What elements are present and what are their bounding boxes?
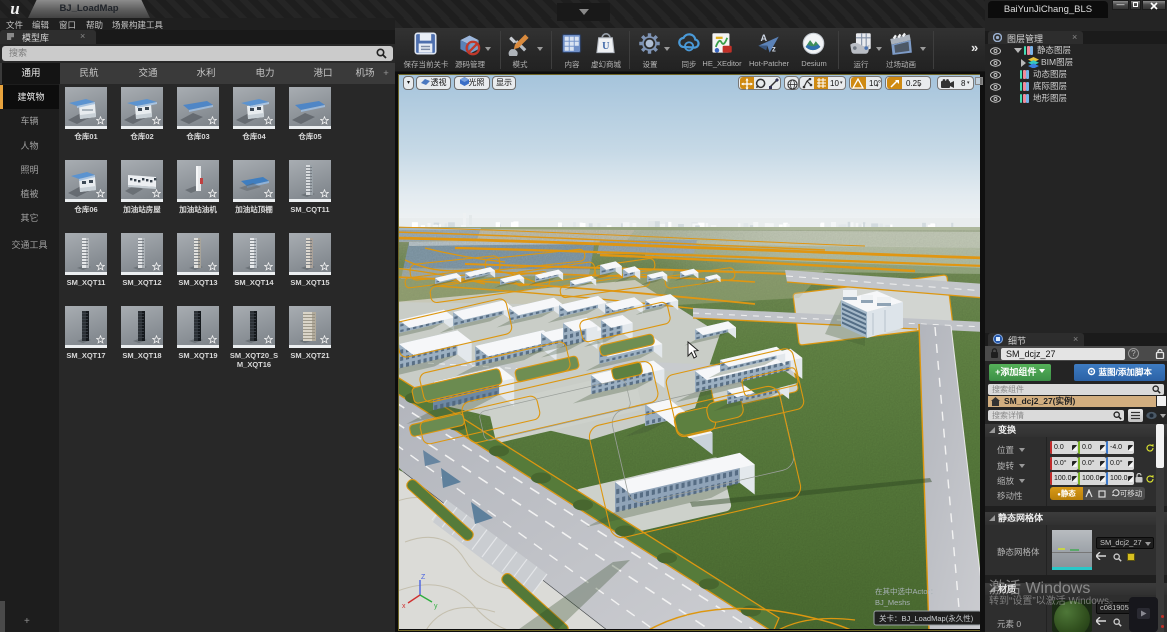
svg-text:y: y [434, 603, 438, 610]
svg-text:A: A [761, 33, 768, 43]
svg-text:在其中选中Actor：: 在其中选中Actor： [875, 586, 938, 596]
svg-text:x: x [402, 603, 406, 610]
svg-text:U: U [602, 41, 610, 52]
svg-text:Z: Z [421, 574, 426, 581]
svg-text:BJ_Meshs: BJ_Meshs [875, 598, 910, 607]
svg-text:z: z [772, 44, 776, 53]
svg-text:关卡：BJ_LoadMap(永久性): 关卡：BJ_LoadMap(永久性) [879, 613, 974, 623]
